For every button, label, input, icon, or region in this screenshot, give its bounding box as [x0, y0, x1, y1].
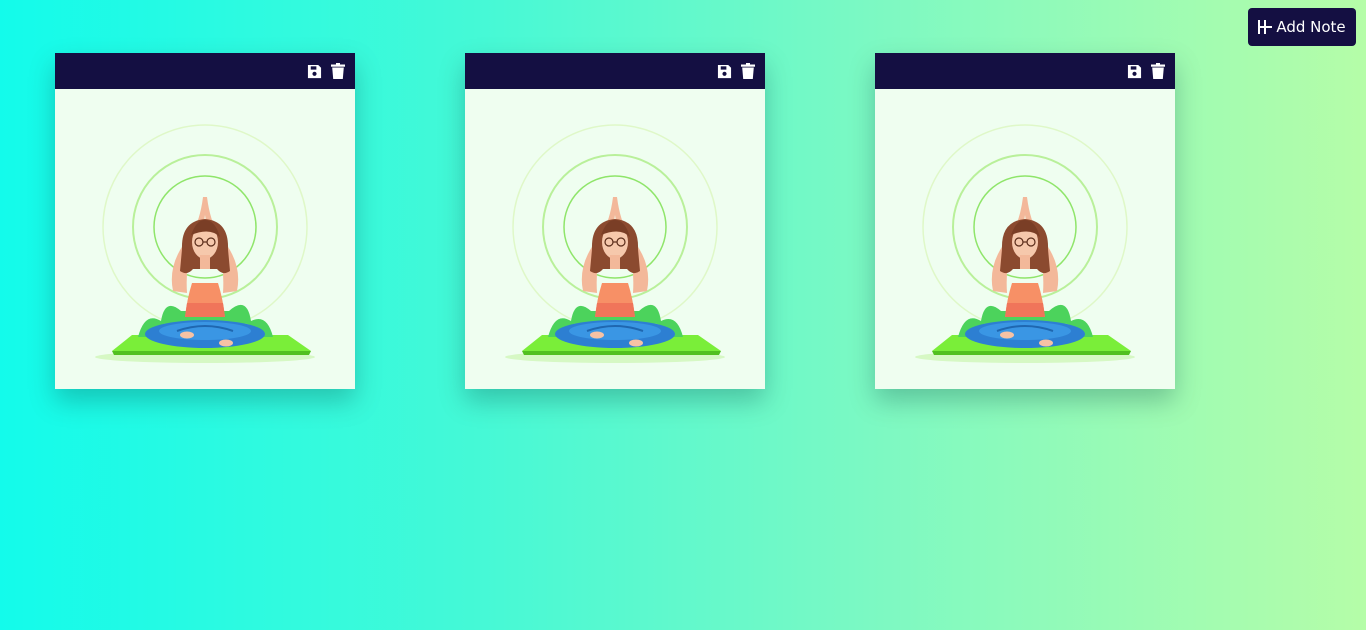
- save-icon[interactable]: [1126, 63, 1142, 79]
- save-icon[interactable]: [306, 63, 322, 79]
- meditating-woman-illustration: [95, 124, 315, 363]
- note-card: [875, 53, 1175, 389]
- notes-container: [55, 53, 1175, 389]
- meditating-woman-illustration: [915, 124, 1135, 363]
- note-toolbar: [465, 53, 765, 89]
- trash-icon[interactable]: [1150, 63, 1166, 79]
- note-card: [465, 53, 765, 389]
- note-image: [875, 89, 1175, 389]
- save-icon[interactable]: [716, 63, 732, 79]
- add-note-label: Add Note: [1276, 18, 1346, 36]
- plus-icon: [1258, 20, 1273, 34]
- trash-icon[interactable]: [330, 63, 346, 79]
- note-image: [465, 89, 765, 389]
- trash-icon[interactable]: [740, 63, 756, 79]
- note-card: [55, 53, 355, 389]
- note-toolbar: [875, 53, 1175, 89]
- add-note-button[interactable]: Add Note: [1248, 8, 1356, 46]
- meditating-woman-illustration: [505, 124, 725, 363]
- note-toolbar: [55, 53, 355, 89]
- note-image: [55, 89, 355, 389]
